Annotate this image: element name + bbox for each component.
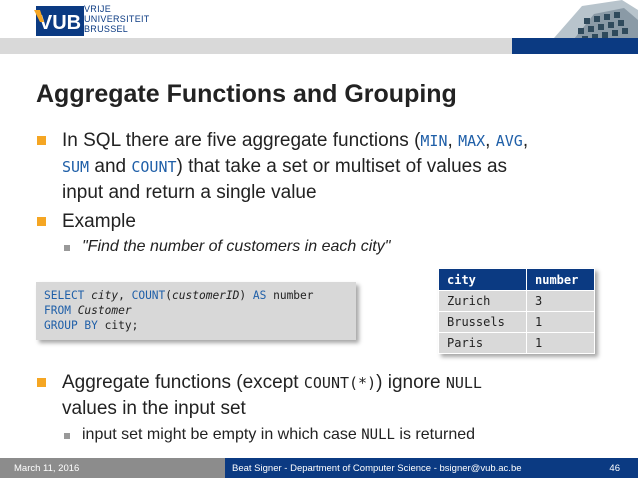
table-header-row: city number bbox=[438, 268, 595, 291]
bullet-example: Example bbox=[36, 209, 616, 234]
sql-line-groupby: GROUP BY city; bbox=[44, 319, 139, 332]
bullet-square-icon bbox=[37, 378, 46, 387]
column-header-city: city bbox=[438, 268, 527, 291]
table-cell: 3 bbox=[526, 290, 595, 312]
table-row: Zurich 3 bbox=[438, 290, 595, 312]
bullet-square-icon bbox=[37, 217, 46, 226]
result-table: city number Zurich 3 Brussels 1 Paris 1 bbox=[438, 268, 595, 354]
bullet-square-icon bbox=[37, 136, 46, 145]
function-max: MAX bbox=[458, 132, 486, 150]
sub-bullet-square-icon bbox=[64, 433, 70, 439]
function-sum: SUM bbox=[62, 158, 90, 176]
sub-bullet-example-query: "Find the number of customers in each ci… bbox=[36, 236, 616, 258]
sql-code-block: SELECT city, COUNT(customerID) AS number… bbox=[36, 282, 356, 340]
footer-text: March 11, 2016 Beat Signer - Department … bbox=[0, 458, 638, 478]
slide-header: VUB VRIJE UNIVERSITEIT BRUSSEL bbox=[0, 0, 638, 54]
code-count-star: COUNT(*) bbox=[303, 374, 377, 392]
table-row: Paris 1 bbox=[438, 332, 595, 354]
table-cell: Brussels bbox=[438, 311, 527, 333]
table-cell: Zurich bbox=[438, 290, 527, 312]
slide-title: Aggregate Functions and Grouping bbox=[36, 80, 457, 108]
svg-text:VUB: VUB bbox=[39, 12, 81, 34]
code-null: NULL bbox=[445, 374, 482, 392]
sql-line-select: SELECT city, COUNT(customerID) AS number bbox=[44, 289, 314, 302]
building-photo-icon bbox=[512, 0, 638, 54]
function-min: MIN bbox=[420, 132, 448, 150]
function-count: COUNT bbox=[131, 158, 177, 176]
sql-line-from: FROM Customer bbox=[44, 304, 132, 317]
vub-logo-icon: VUB bbox=[34, 6, 84, 36]
bullet-null-handling: Aggregate functions (except COUNT(*)) ig… bbox=[36, 370, 616, 421]
footer-date: March 11, 2016 bbox=[14, 463, 80, 474]
bullet-list: In SQL there are five aggregate function… bbox=[36, 128, 616, 258]
table-row: Brussels 1 bbox=[438, 311, 595, 333]
table-cell: Paris bbox=[438, 332, 527, 354]
column-header-number: number bbox=[526, 268, 595, 291]
function-avg: AVG bbox=[495, 132, 523, 150]
table-cell: 1 bbox=[526, 332, 595, 354]
bullet-aggregate-functions: In SQL there are five aggregate function… bbox=[36, 128, 616, 205]
page-number: 46 bbox=[609, 463, 620, 474]
university-name: VRIJE UNIVERSITEIT BRUSSEL bbox=[84, 4, 150, 34]
footer-author: Beat Signer - Department of Computer Sci… bbox=[232, 463, 522, 474]
bullet-list-lower: Aggregate functions (except COUNT(*)) ig… bbox=[36, 370, 616, 446]
code-null-sub: NULL bbox=[361, 427, 395, 443]
table-cell: 1 bbox=[526, 311, 595, 333]
sub-bullet-square-icon bbox=[64, 245, 70, 251]
sub-bullet-empty-set: input set might be empty in which case N… bbox=[36, 424, 616, 446]
